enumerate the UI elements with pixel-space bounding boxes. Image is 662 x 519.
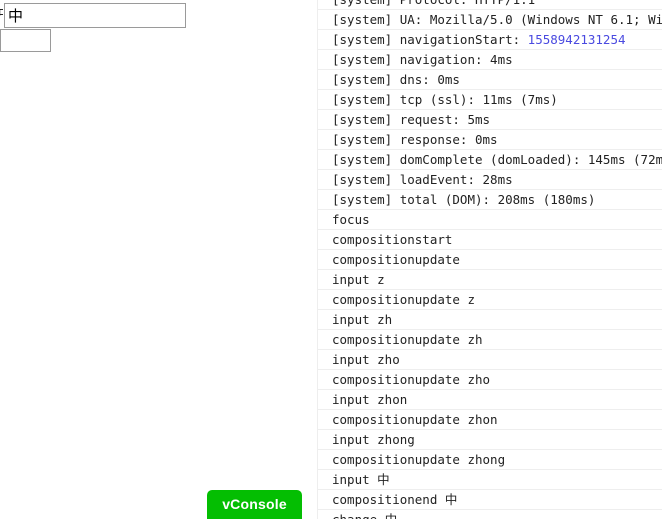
vconsole-switch-button[interactable]: vConsole <box>207 490 302 519</box>
log-row-cjk-text: 中 <box>385 512 398 519</box>
vconsole-log-panel[interactable]: [system] Protocol: HTTP/1.1 [system] UA: … <box>317 0 662 519</box>
vconsole-log-row: [system] UA: Mozilla/5.0 (Windows NT 6.1… <box>318 10 662 30</box>
log-row-text: [system] response: 0ms <box>332 132 498 147</box>
log-row-text: [system] dns: 0ms <box>332 72 460 87</box>
clipped-left-edge-label: 中 <box>0 8 3 22</box>
log-row-number-value: 1558942131254 <box>527 32 626 47</box>
log-row-text: input <box>332 472 378 487</box>
vconsole-log-row: input zho <box>318 350 662 370</box>
vconsole-log-row: input zh <box>318 310 662 330</box>
vconsole-log-row: input 中 <box>318 470 662 490</box>
log-row-text: focus <box>332 212 370 227</box>
log-row-text: compositionupdate zhon <box>332 412 498 427</box>
vconsole-log-list: [system] Protocol: HTTP/1.1 [system] UA: … <box>318 0 662 519</box>
log-row-cjk-text: 中 <box>444 492 458 507</box>
log-row-text: [system] UA: Mozilla/5.0 (Windows NT 6.1… <box>332 12 662 27</box>
vconsole-log-row: compositionupdate zho <box>318 370 662 390</box>
vconsole-log-row: [system] navigation: 4ms <box>318 50 662 70</box>
vconsole-log-row: [system] dns: 0ms <box>318 70 662 90</box>
log-row-text: compositionend <box>332 492 445 507</box>
vconsole-log-row: input zhong <box>318 430 662 450</box>
vconsole-log-row: [system] request: 5ms <box>318 110 662 130</box>
log-row-text: [system] total (DOM): 208ms (180ms) <box>332 192 596 207</box>
log-row-text: compositionupdate z <box>332 292 475 307</box>
vconsole-log-row: [system] Protocol: HTTP/1.1 <box>318 0 662 10</box>
log-row-text: [system] request: 5ms <box>332 112 491 127</box>
vconsole-log-row: compositionupdate z <box>318 290 662 310</box>
vconsole-log-row: focus <box>318 210 662 230</box>
vconsole-log-row: [system] loadEvent: 28ms <box>318 170 662 190</box>
log-row-text: input zho <box>332 352 400 367</box>
log-row-text: [system] Protocol: HTTP/1.1 <box>332 0 535 7</box>
vconsole-log-row: compositionupdate zhong <box>318 450 662 470</box>
log-row-text: [system] tcp (ssl): 11ms (7ms) <box>332 92 558 107</box>
log-row-text: compositionupdate zh <box>332 332 483 347</box>
vconsole-log-row: input zhon <box>318 390 662 410</box>
vconsole-log-row: [system] response: 0ms <box>318 130 662 150</box>
log-row-text: [system] loadEvent: 28ms <box>332 172 513 187</box>
vconsole-log-row: [system] navigationStart: 1558942131254 <box>318 30 662 50</box>
vconsole-log-row: change 中 <box>318 510 662 519</box>
vconsole-log-row: [system] domComplete (domLoaded): 145ms … <box>318 150 662 170</box>
vconsole-log-row: input z <box>318 270 662 290</box>
secondary-empty-box[interactable] <box>0 29 51 52</box>
log-row-text: compositionupdate zhong <box>332 452 506 467</box>
log-row-text: [system] navigationStart: <box>332 32 528 47</box>
log-row-text: input zhong <box>332 432 415 447</box>
vconsole-log-row: compositionstart <box>318 230 662 250</box>
vconsole-log-row: compositionupdate zh <box>318 330 662 350</box>
log-row-text: [system] domComplete (domLoaded): 145ms … <box>332 152 662 167</box>
log-row-text: change <box>332 512 385 519</box>
log-row-text: compositionupdate <box>332 252 460 267</box>
log-row-text: input z <box>332 272 385 287</box>
page-content-area: 中 <box>0 0 317 519</box>
vconsole-log-row: compositionend 中 <box>318 490 662 510</box>
vconsole-log-row: compositionupdate <box>318 250 662 270</box>
log-row-text: input zhon <box>332 392 408 407</box>
vconsole-log-row: compositionupdate zhon <box>318 410 662 430</box>
vconsole-log-row: [system] total (DOM): 208ms (180ms) <box>318 190 662 210</box>
ime-text-input[interactable] <box>4 3 186 28</box>
log-row-cjk-text: 中 <box>377 472 390 487</box>
log-row-text: compositionupdate zho <box>332 372 491 387</box>
log-row-text: [system] navigation: 4ms <box>332 52 513 67</box>
vconsole-log-row: [system] tcp (ssl): 11ms (7ms) <box>318 90 662 110</box>
log-row-text: input zh <box>332 312 393 327</box>
log-row-text: compositionstart <box>332 232 453 247</box>
